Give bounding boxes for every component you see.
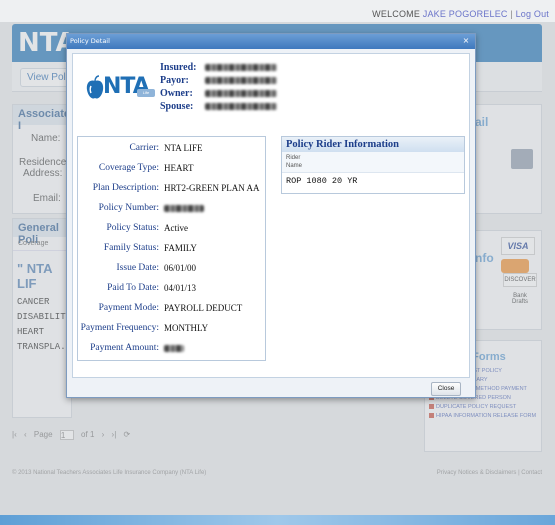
plan-description-label: Plan Description: [92,183,159,193]
policy-number-label: Policy Number: [98,203,159,213]
policy-detail-box: Carrier: NTA LIFE Coverage Type: HEART P… [77,136,266,361]
insured-value-redacted [204,64,277,72]
owner-row: Owner: [160,88,285,99]
spouse-row: Spouse: [160,101,285,112]
issue-date-label: Issue Date: [116,263,159,273]
rider-col-line2: Name [286,163,303,169]
plan-description-value: HRT2-GREEN PLAN AA [164,183,260,193]
insured-row: Insured: [160,62,285,73]
policy-detail-dialog: Policy Detail × NTA Life Insured: Payor:… [66,33,476,398]
family-status-value: FAMILY [164,243,197,253]
coverage-type-value: HEART [164,163,194,173]
owner-value-redacted [204,90,277,98]
dialog-title: Policy Detail [70,37,110,45]
bottom-strip [0,515,555,525]
logout-link[interactable]: Log Out [516,9,549,19]
policy-status-value: Active [164,223,188,233]
payment-mode-value: PAYROLL DEDUCT [164,303,243,313]
policy-status-label: Policy Status: [106,223,159,233]
user-name: JAKE POGORELEC [422,9,508,19]
detail-row-carrier: Carrier: NTA LIFE [78,143,265,156]
insured-label: Insured: [160,62,197,73]
detail-row-issue-date: Issue Date: 06/01/00 [78,263,265,276]
detail-row-policy-status: Policy Status: Active [78,223,265,236]
close-button[interactable]: Close [431,382,461,396]
detail-row-paid-to-date: Paid To Date: 04/01/13 [78,283,265,296]
detail-row-plan-description: Plan Description: HRT2-GREEN PLAN AA [78,183,265,196]
rider-col-line1: Rider [286,155,301,161]
detail-row-coverage-type: Coverage Type: HEART [78,163,265,176]
detail-row-payment-frequency: Payment Frequency: MONTHLY [78,323,265,336]
payment-amount-label: Payment Amount: [90,343,159,353]
nta-life-logo: NTA Life [85,71,155,105]
rider-name-column-header[interactable]: Rider Name [282,152,464,173]
policy-rider-panel: Policy Rider Information Rider Name ROP … [281,136,465,194]
nta-apple-icon [86,75,104,99]
owner-label: Owner: [160,88,193,99]
payor-value-redacted [204,77,277,85]
paid-to-date-label: Paid To Date: [107,283,159,293]
close-icon[interactable]: × [461,36,471,46]
coverage-type-label: Coverage Type: [98,163,159,173]
detail-row-policy-number: Policy Number: [78,203,265,216]
payment-mode-label: Payment Mode: [98,303,159,313]
dialog-body: NTA Life Insured: Payor: Owner: Spouse: … [72,53,470,378]
detail-row-payment-mode: Payment Mode: PAYROLL DEDUCT [78,303,265,316]
payment-frequency-label: Payment Frequency: [80,323,159,333]
welcome-text: WELCOME JAKE POGORELEC | Log Out [372,9,549,19]
payor-row: Payor: [160,75,285,86]
policy-number-value-redacted [164,203,204,213]
detail-row-payment-amount: Payment Amount: [78,343,265,356]
welcome-prefix: WELCOME [372,9,421,19]
dialog-title-bar[interactable]: Policy Detail × [67,34,475,49]
payor-label: Payor: [160,75,189,86]
payment-frequency-value: MONTHLY [164,323,209,333]
issue-date-value: 06/01/00 [164,263,197,273]
spouse-label: Spouse: [160,101,194,112]
nta-logo-sub: Life [137,89,155,97]
rider-panel-title: Policy Rider Information [282,137,464,152]
payment-amount-value-redacted [164,343,184,353]
family-status-label: Family Status: [103,243,159,253]
carrier-label: Carrier: [129,143,159,153]
carrier-value: NTA LIFE [164,143,203,153]
welcome-separator: | [510,9,513,19]
top-bar: WELCOME JAKE POGORELEC | Log Out [0,0,555,22]
paid-to-date-value: 04/01/13 [164,283,197,293]
spouse-value-redacted [204,103,277,111]
rider-row[interactable]: ROP 1080 20 YR [282,173,464,187]
detail-row-family-status: Family Status: FAMILY [78,243,265,256]
